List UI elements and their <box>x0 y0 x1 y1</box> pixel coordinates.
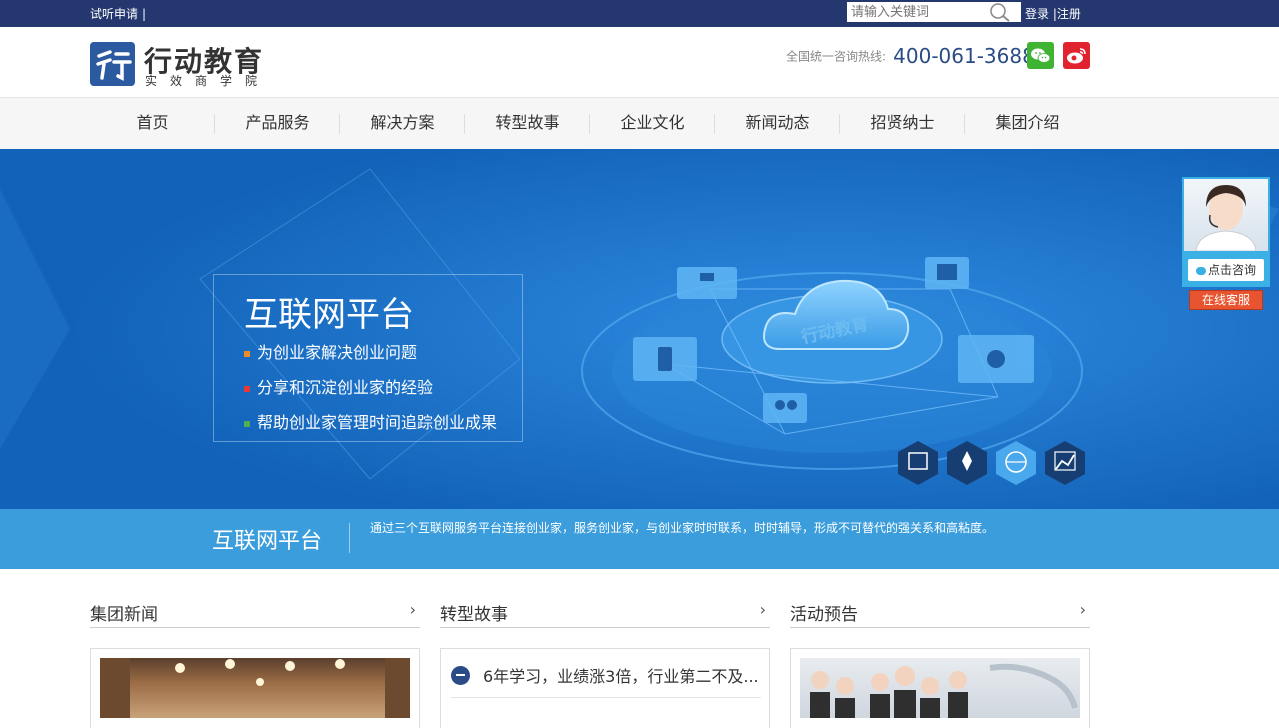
nav-item-label[interactable]: 转型故事 <box>495 113 559 132</box>
nav-item-careers[interactable]: 招贤纳士 <box>840 98 965 150</box>
section-header[interactable]: 集团新闻 › <box>90 596 420 628</box>
section-group-news: 集团新闻 › <box>90 596 420 728</box>
section-events: 活动预告 › <box>790 596 1090 728</box>
nav-item-label[interactable]: 企业文化 <box>620 113 684 132</box>
banner-item: 帮助创业家管理时间追踪创业成果 <box>244 409 497 433</box>
agent-avatar[interactable] <box>1182 177 1270 253</box>
strip-description: 通过三个互联网服务平台连接创业家，服务创业家，与创业家时时联系，时时辅导，形成不… <box>370 521 995 535</box>
search-icon[interactable] <box>989 2 1011 22</box>
bullet-icon <box>244 350 250 357</box>
nav-item-label[interactable]: 解决方案 <box>370 113 434 132</box>
search-input[interactable] <box>851 3 987 21</box>
nav-item-stories[interactable]: 转型故事 <box>465 98 590 150</box>
section-stories: 转型故事 › 6年学习，业绩涨3倍，行业第二不及... <box>440 596 770 728</box>
account-links: 登录 |注册 <box>1025 5 1081 22</box>
consult-widget: 点击咨询 在线客服 <box>1182 177 1270 313</box>
search-box <box>847 2 1021 22</box>
wechat-icon[interactable] <box>1027 42 1054 69</box>
nav-item-label[interactable]: 首页 <box>136 113 168 132</box>
section-title[interactable]: 活动预告 <box>790 600 858 625</box>
chevron-right-icon[interactable]: › <box>760 600 766 619</box>
banner-item-text: 为创业家解决创业问题 <box>257 343 418 362</box>
hotline-number[interactable]: 400-061-3688 <box>893 44 1035 68</box>
banner-item-text: 分享和沉淀创业家的经验 <box>257 378 434 397</box>
logo[interactable]: 行动教育 实效商学院 <box>90 42 290 88</box>
register-link[interactable]: 注册 <box>1057 7 1081 21</box>
story-item[interactable]: 6年学习，业绩涨3倍，行业第二不及... <box>449 661 769 689</box>
event-photo <box>810 663 1078 718</box>
consult-button[interactable]: 点击咨询 <box>1182 253 1270 287</box>
section-header[interactable]: 活动预告 › <box>790 596 1090 628</box>
main-nav: 首页 产品服务 解决方案 转型故事 企业文化 新闻动态 招贤纳士 集团介绍 <box>0 97 1279 149</box>
event-image[interactable] <box>800 658 1080 718</box>
bullet-icon <box>244 385 250 392</box>
banner-title: 互联网平台 <box>244 295 414 335</box>
nav-item-culture[interactable]: 企业文化 <box>590 98 715 150</box>
agent-photo <box>1195 185 1257 251</box>
hotline-label: 全国统一咨询热线: <box>786 49 887 64</box>
news-photo <box>100 658 410 718</box>
banner-illustration: 行动教育 <box>0 149 1279 509</box>
link-separator: | <box>1049 7 1057 21</box>
banner-item: 为创业家解决创业问题 <box>244 339 417 363</box>
stories-card: 6年学习，业绩涨3倍，行业第二不及... <box>440 648 770 728</box>
banner-text-box: 互联网平台 为创业家解决创业问题 分享和沉淀创业家的经验 帮助创业家管理时间追踪… <box>213 274 523 442</box>
trial-separator: | <box>142 7 147 21</box>
online-service-button[interactable]: 在线客服 <box>1189 290 1263 310</box>
consult-button-inner[interactable]: 点击咨询 <box>1188 259 1264 281</box>
chevron-right-icon[interactable]: › <box>410 600 416 619</box>
strip-divider <box>349 523 350 553</box>
site-header: 行动教育 实效商学院 全国统一咨询热线: 400-061-3688 <box>0 27 1279 97</box>
section-title[interactable]: 集团新闻 <box>90 600 158 625</box>
section-title[interactable]: 转型故事 <box>440 600 508 625</box>
story-divider <box>451 697 761 698</box>
news-card[interactable] <box>90 648 420 728</box>
top-bar: 试听申请| 登录 |注册 <box>0 0 1279 27</box>
platform-strip: 互联网平台 通过三个互联网服务平台连接创业家，服务创业家，与创业家时时联系，时时… <box>0 509 1279 569</box>
story-title[interactable]: 6年学习，业绩涨3倍，行业第二不及... <box>483 663 759 687</box>
hero-banner[interactable]: 行动教育 互联网平台 为创业家解决创业问题 分享和沉淀创业家的经验 帮助创业家管… <box>0 149 1279 509</box>
bullet-icon <box>244 420 250 427</box>
banner-item: 分享和沉淀创业家的经验 <box>244 374 433 398</box>
nav-item-home[interactable]: 首页 <box>90 98 215 150</box>
nav-item-label[interactable]: 产品服务 <box>245 113 309 132</box>
chevron-right-icon[interactable]: › <box>1080 600 1086 619</box>
logo-mark-icon <box>90 42 135 86</box>
collapse-icon[interactable] <box>451 666 470 685</box>
consult-label[interactable]: 点击咨询 <box>1208 263 1256 277</box>
nav-item-news[interactable]: 新闻动态 <box>715 98 840 150</box>
nav-item-about[interactable]: 集团介绍 <box>965 98 1090 150</box>
banner-item-text: 帮助创业家管理时间追踪创业成果 <box>257 413 498 432</box>
news-image[interactable] <box>100 658 410 718</box>
section-header[interactable]: 转型故事 › <box>440 596 770 628</box>
trial-link[interactable]: 试听申请 | <box>90 5 146 22</box>
nav-item-label[interactable]: 招贤纳士 <box>870 113 934 132</box>
logo-subtitle: 实效商学院 <box>145 74 271 88</box>
weibo-icon[interactable] <box>1063 42 1090 69</box>
trial-label[interactable]: 试听申请 <box>90 7 138 21</box>
nav-item-solutions[interactable]: 解决方案 <box>340 98 465 150</box>
nav-item-label[interactable]: 集团介绍 <box>995 113 1059 132</box>
chat-icon <box>1195 266 1206 275</box>
nav-item-label[interactable]: 新闻动态 <box>745 113 809 132</box>
hotline: 全国统一咨询热线: 400-061-3688 <box>786 44 1035 68</box>
nav-item-products[interactable]: 产品服务 <box>215 98 340 150</box>
events-card[interactable] <box>790 648 1090 728</box>
login-link[interactable]: 登录 <box>1025 7 1049 21</box>
strip-title: 互联网平台 <box>212 529 323 554</box>
